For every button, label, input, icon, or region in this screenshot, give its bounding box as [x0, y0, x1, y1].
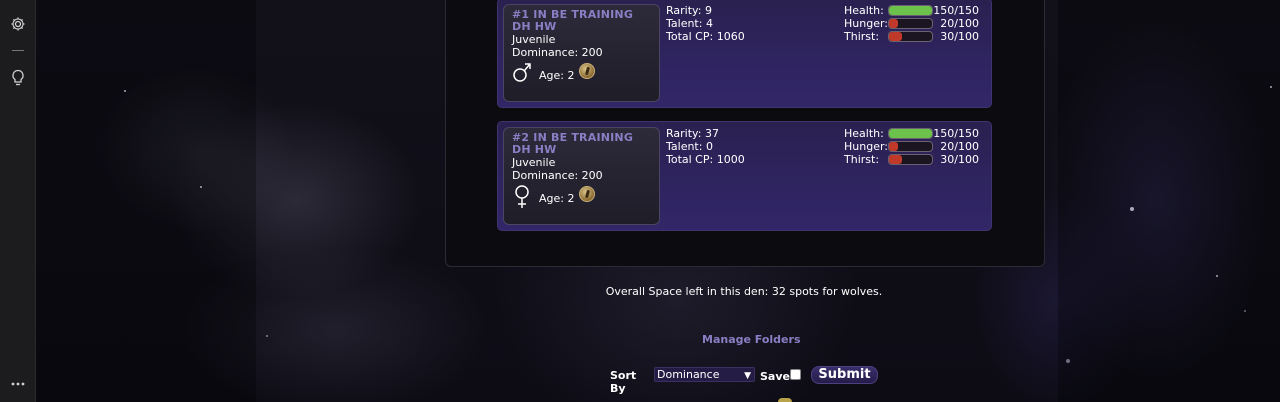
save-label: Save	[760, 370, 790, 383]
lightbulb-icon[interactable]	[8, 68, 28, 88]
thirst-meter: Thirst: 30/100	[844, 153, 989, 166]
hunger-label: Hunger:	[844, 140, 888, 153]
health-value: 150/150	[933, 127, 979, 140]
wolf-dominance: Dominance: 200	[512, 46, 603, 59]
manage-folders-link[interactable]: Manage Folders	[702, 333, 801, 346]
wolf-name-box: #2 IN BE TRAINING DH HW Juvenile Dominan…	[503, 127, 660, 225]
female-icon	[515, 185, 529, 208]
thirst-label: Thirst:	[844, 30, 880, 43]
hunger-bar-fill	[889, 142, 898, 151]
wolf-stats: Rarity: 9 Talent: 4 Total CP: 1060	[666, 4, 745, 43]
submit-button[interactable]: Submit	[811, 366, 878, 384]
hunger-value: 20/100	[940, 140, 979, 153]
browser-sidebar	[0, 0, 36, 402]
hunger-bar	[888, 141, 933, 152]
health-bar-fill	[889, 6, 932, 15]
star	[1130, 207, 1134, 211]
wolf-talent: Talent: 4	[666, 17, 713, 30]
health-bar-fill	[889, 129, 932, 138]
wolf-meters: Health: 150/150 Hunger: 20/100 Thirst: 3…	[844, 4, 989, 43]
rail-divider	[12, 50, 24, 51]
wolf-meters: Health: 150/150 Hunger: 20/100 Thirst: 3…	[844, 127, 989, 166]
star	[266, 335, 268, 337]
star	[1244, 310, 1246, 312]
star	[124, 90, 126, 92]
coin-icon	[579, 186, 595, 202]
health-label: Health:	[844, 4, 884, 17]
hunger-meter: Hunger: 20/100	[844, 140, 989, 153]
hunger-meter: Hunger: 20/100	[844, 17, 989, 30]
wolf-card: #2 IN BE TRAINING DH HW Juvenile Dominan…	[497, 121, 992, 231]
health-label: Health:	[844, 127, 884, 140]
wolf-total-cp: Total CP: 1000	[666, 153, 745, 166]
chevron-down-icon: ▼	[744, 371, 751, 381]
hunger-bar	[888, 18, 933, 29]
wolf-dominance: Dominance: 200	[512, 169, 603, 182]
wolf-stage: Juvenile	[512, 33, 556, 46]
wolf-name-box: #1 IN BE TRAINING DH HW Juvenile Dominan…	[503, 4, 660, 102]
male-icon	[513, 63, 531, 82]
sort-select[interactable]: Dominance ▼	[654, 367, 755, 382]
thirst-bar-fill	[889, 155, 902, 164]
thirst-label: Thirst:	[844, 153, 880, 166]
wolf-stage: Juvenile	[512, 156, 556, 169]
left-backdrop-panel	[36, 0, 256, 402]
wolf-total-cp: Total CP: 1060	[666, 30, 745, 43]
star	[1066, 359, 1070, 363]
health-meter: Health: 150/150	[844, 127, 989, 140]
gear-icon[interactable]	[8, 14, 28, 34]
wolf-card: #1 IN BE TRAINING DH HW Juvenile Dominan…	[497, 0, 992, 108]
partial-coin-icon	[778, 398, 792, 402]
hunger-bar-fill	[889, 19, 898, 28]
right-backdrop-panel	[1058, 0, 1280, 402]
wolf-age: Age: 2	[539, 192, 575, 205]
sort-label: Sort By	[610, 369, 637, 395]
health-bar	[888, 5, 933, 16]
wolf-rarity: Rarity: 9	[666, 4, 712, 17]
hunger-label: Hunger:	[844, 17, 888, 30]
thirst-meter: Thirst: 30/100	[844, 30, 989, 43]
health-value: 150/150	[933, 4, 979, 17]
wolf-name-link[interactable]: #2 IN BE TRAINING DH HW	[512, 132, 651, 156]
wolf-talent: Talent: 0	[666, 140, 713, 153]
thirst-value: 30/100	[940, 153, 979, 166]
thirst-bar	[888, 31, 933, 42]
thirst-bar-fill	[889, 32, 902, 41]
wolf-name-link[interactable]: #1 IN BE TRAINING DH HW	[512, 9, 651, 33]
coin-icon	[579, 63, 595, 79]
health-meter: Health: 150/150	[844, 4, 989, 17]
wolf-age: Age: 2	[539, 69, 575, 82]
wolf-stats: Rarity: 37 Talent: 0 Total CP: 1000	[666, 127, 745, 166]
star	[1216, 275, 1218, 277]
thirst-bar	[888, 154, 933, 165]
health-bar	[888, 128, 933, 139]
sort-selected-value: Dominance	[657, 368, 720, 381]
wolf-rarity: Rarity: 37	[666, 127, 719, 140]
star	[1270, 86, 1272, 88]
thirst-value: 30/100	[940, 30, 979, 43]
more-dots-icon[interactable]	[8, 374, 28, 394]
hunger-value: 20/100	[940, 17, 979, 30]
star	[200, 186, 202, 188]
save-checkbox[interactable]	[790, 369, 801, 380]
den-space-left: Overall Space left in this den: 32 spots…	[605, 285, 883, 298]
